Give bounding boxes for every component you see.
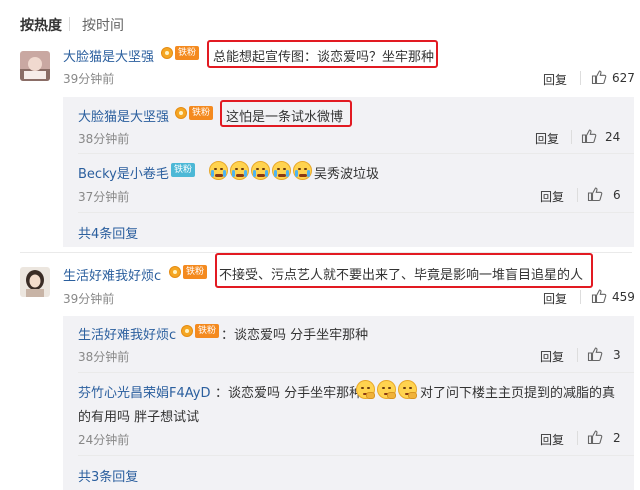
action-separator [577,431,578,445]
reply-text: 对了问下楼主主页提到的减脂的真 [420,386,616,401]
reply-divider [78,212,634,213]
fan-badge-icon [181,325,193,337]
reply-divider [78,455,634,456]
reply-text: 这怕是一条试水微博 [226,110,344,125]
action-separator [577,348,578,362]
like-count: 459 [612,290,635,304]
reply-time: 38分钟前 [78,132,130,146]
reply-time: 37分钟前 [78,190,130,204]
thumbs-up-icon[interactable] [587,346,603,362]
fan-badge-icon [161,47,173,59]
reply-time: 24分钟前 [78,433,130,447]
thumbs-up-icon[interactable] [581,128,597,144]
crying-emoji-icon [209,161,228,180]
reply-text: ：谈恋爱吗 分手坐牢那种 [221,328,369,343]
reply-button[interactable]: 回复 [543,290,567,307]
smirk-emoji-icon [377,380,396,399]
reply-text: ：谈恋爱吗 分手坐牢那种 [215,386,363,401]
reply-button[interactable]: 回复 [535,130,559,147]
thumbs-up-icon[interactable] [591,69,607,85]
fan-badge-icon [175,107,187,119]
reply-button[interactable]: 回复 [543,71,567,88]
like-count: 627 [612,71,635,85]
avatar[interactable] [20,267,50,297]
reply-divider [78,372,634,373]
like-count: 24 [605,130,621,144]
like-count: 6 [613,188,621,202]
action-separator [580,71,581,85]
reply-text-continued: 的有用吗 胖子想试试 [78,410,200,425]
reply-text: 吴秀波垃圾 [314,167,380,182]
crying-emoji-icon [272,161,291,180]
crying-emoji-icon [230,161,249,180]
reply-time: 38分钟前 [78,350,130,364]
avatar[interactable] [20,51,50,81]
sort-bar: 按热度 按时间 [0,0,640,44]
sort-by-time-tab[interactable]: 按时间 [82,15,124,35]
crying-emoji-icon [293,161,312,180]
reply-author[interactable]: 大脸猫是大坚强 [78,106,169,125]
fan-badge: 铁粉 [195,324,219,338]
fan-badge-icon [169,266,181,278]
sort-by-hot-tab[interactable]: 按热度 [20,15,62,35]
comment-time: 39分钟前 [63,292,115,306]
fan-badge: 铁粉 [183,265,207,279]
like-count: 3 [613,348,621,362]
reply-divider [78,153,634,154]
reply-author[interactable]: Becky是小卷毛 [78,163,169,182]
thumbs-up-icon[interactable] [591,288,607,304]
fan-badge: 铁粉 [171,163,195,177]
action-separator [571,130,572,144]
fan-badge: 铁粉 [189,106,213,120]
fan-badge: 铁粉 [175,46,199,60]
sort-divider [69,17,70,31]
reply-button[interactable]: 回复 [540,348,564,365]
more-replies-link[interactable]: 共4条回复 [78,223,138,242]
thumbs-up-icon[interactable] [587,186,603,202]
thumbs-up-icon[interactable] [587,429,603,445]
action-separator [577,188,578,202]
comment-author[interactable]: 生活好难我好烦c [63,265,161,284]
like-count: 2 [613,431,621,445]
reply-author[interactable]: 芬竹心光昌荣娟F4AyD [78,382,210,401]
more-replies-link[interactable]: 共3条回复 [78,466,138,485]
action-separator [580,290,581,304]
comment-author[interactable]: 大脸猫是大坚强 [63,46,154,65]
reply-author[interactable]: 生活好难我好烦c [78,324,176,343]
reply-button[interactable]: 回复 [540,188,564,205]
crying-emoji-icon [251,161,270,180]
comment-text: 总能想起宣传图：谈恋爱吗？坐牢那种 [213,50,435,65]
reply-button[interactable]: 回复 [540,431,564,448]
comment-time: 39分钟前 [63,72,115,86]
smirk-emoji-icon [356,380,375,399]
comment-text: 不接受、污点艺人就不要出来了、毕竟是影响一堆盲目追星的人 [219,268,584,283]
smirk-emoji-icon [398,380,417,399]
